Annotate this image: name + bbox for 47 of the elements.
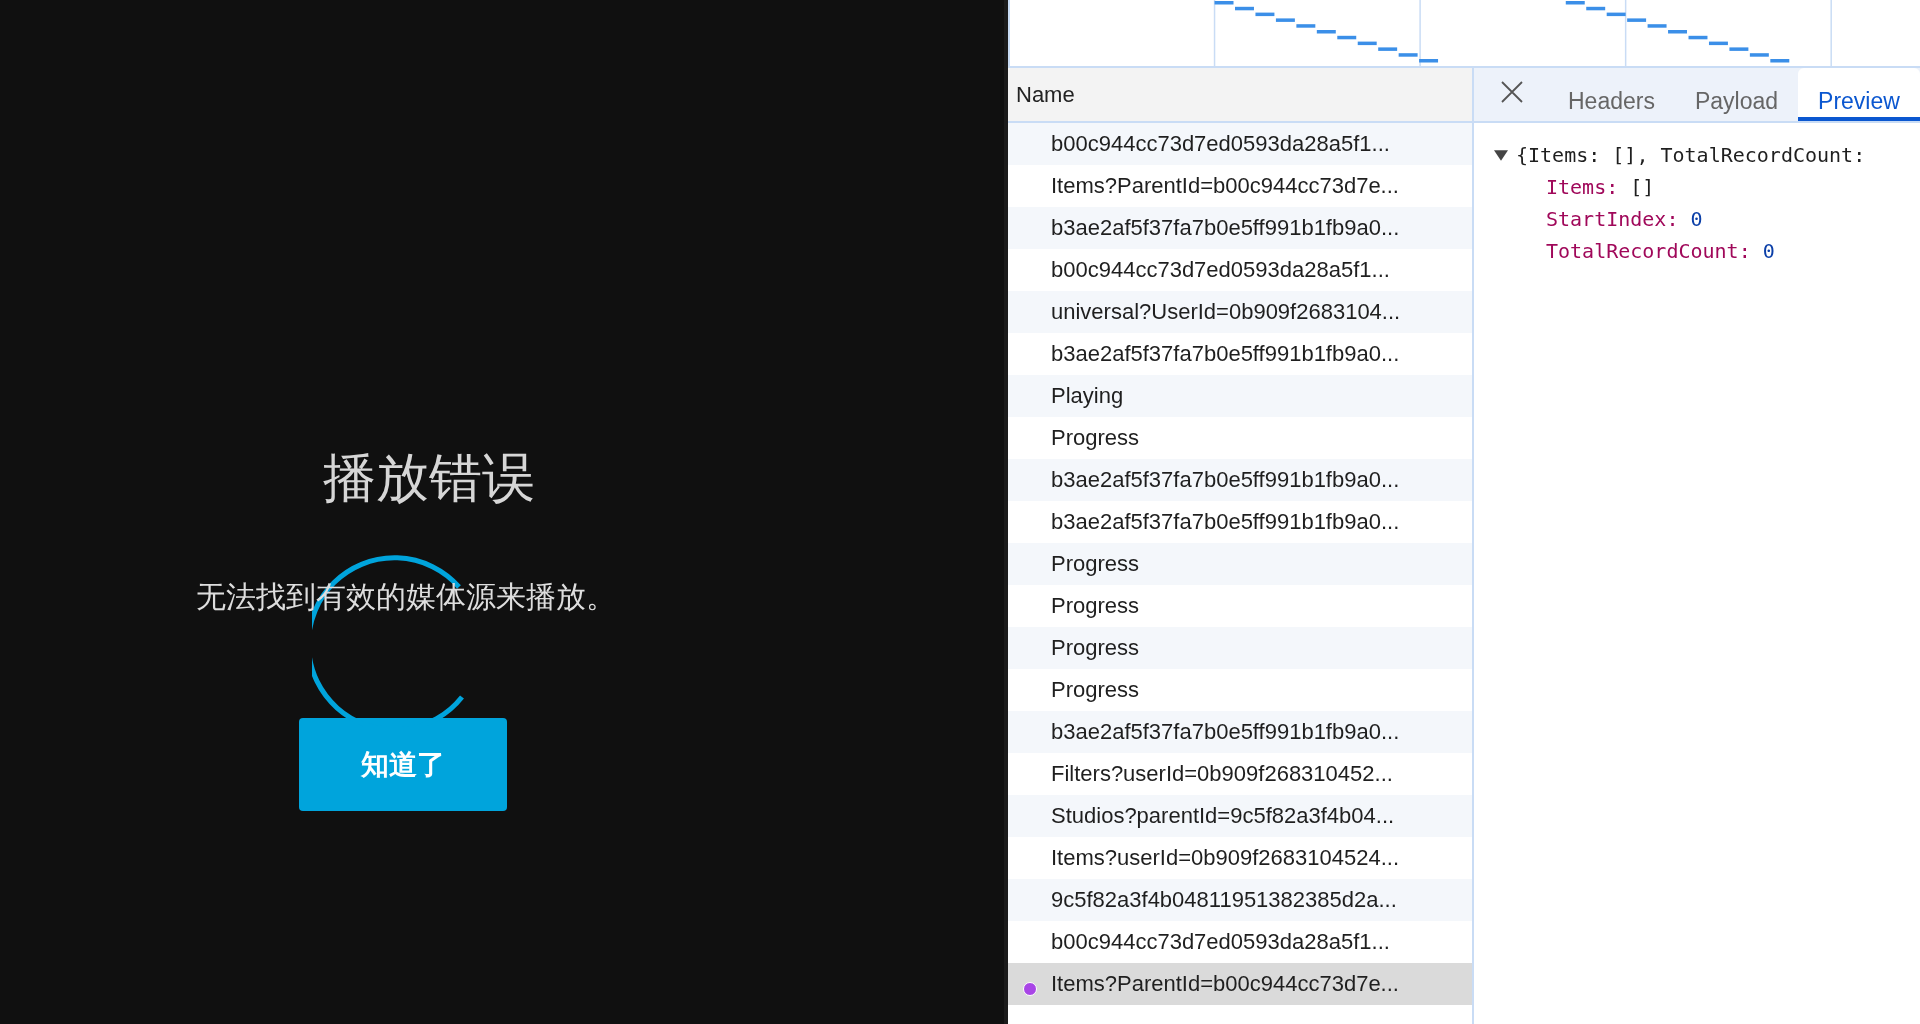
request-name: b00c944cc73d7ed0593da28a5f1... xyxy=(1051,257,1390,283)
json-key: TotalRecordCount: xyxy=(1546,239,1751,263)
request-name: b3ae2af5f37fa7b0e5ff991b1fb9a0... xyxy=(1051,215,1400,241)
request-row[interactable]: b3ae2af5f37fa7b0e5ff991b1fb9a0... xyxy=(1008,207,1472,249)
request-row[interactable]: Studios?parentId=9c5f82a3f4b04... xyxy=(1008,795,1472,837)
close-icon[interactable] xyxy=(1500,79,1524,104)
request-name: b3ae2af5f37fa7b0e5ff991b1fb9a0... xyxy=(1051,467,1400,493)
request-name: b3ae2af5f37fa7b0e5ff991b1fb9a0... xyxy=(1051,719,1400,745)
column-header[interactable]: Name xyxy=(1008,68,1472,123)
status-dot xyxy=(1022,982,1037,996)
request-name: b00c944cc73d7ed0593da28a5f1... xyxy=(1051,929,1390,955)
tab[interactable]: Preview xyxy=(1798,68,1920,121)
tab[interactable]: Payload xyxy=(1674,68,1799,121)
request-name: Progress xyxy=(1051,551,1140,577)
request-name: Items?ParentId=b00c944cc73d7e... xyxy=(1051,173,1399,199)
request-name: Studios?parentId=9c5f82a3f4b04... xyxy=(1051,803,1395,829)
request-row[interactable]: Progress xyxy=(1008,543,1472,585)
request-name: 9c5f82a3f4b04811951382385d2a... xyxy=(1051,887,1397,913)
request-row[interactable]: universal?UserId=0b909f2683104... xyxy=(1008,291,1472,333)
request-name: Items?userId=0b909f2683104524... xyxy=(1051,845,1399,871)
request-row[interactable]: Playing xyxy=(1008,375,1472,417)
request-name: Progress xyxy=(1051,593,1140,619)
tab[interactable]: Headers xyxy=(1548,68,1675,121)
expand-triangle-icon[interactable] xyxy=(1494,148,1508,162)
request-row[interactable]: Items?ParentId=b00c944cc73d7e... xyxy=(1008,963,1472,1005)
request-name: Playing xyxy=(1051,383,1124,409)
dialog-title: 播放错误 xyxy=(323,446,535,510)
request-row[interactable]: Progress xyxy=(1008,627,1472,669)
request-name: b00c944cc73d7ed0593da28a5f1... xyxy=(1051,131,1390,157)
request-row[interactable]: b3ae2af5f37fa7b0e5ff991b1fb9a0... xyxy=(1008,459,1472,501)
request-name: Progress xyxy=(1051,635,1140,661)
request-name: Filters?userId=0b909f268310452... xyxy=(1051,761,1393,787)
request-name: universal?UserId=0b909f2683104... xyxy=(1051,299,1401,325)
request-row[interactable]: 9c5f82a3f4b04811951382385d2a... xyxy=(1008,879,1472,921)
request-name: Progress xyxy=(1051,677,1140,703)
json-value: 0 xyxy=(1762,239,1775,263)
json-key: Items: xyxy=(1546,175,1619,199)
request-name: Progress xyxy=(1051,425,1140,451)
request-row[interactable]: b3ae2af5f37fa7b0e5ff991b1fb9a0... xyxy=(1008,711,1472,753)
json-value: [] xyxy=(1630,175,1655,199)
json-value: 0 xyxy=(1690,207,1703,231)
request-name: Items?ParentId=b00c944cc73d7e... xyxy=(1051,971,1399,997)
request-name: b3ae2af5f37fa7b0e5ff991b1fb9a0... xyxy=(1051,341,1400,367)
json-summary: {Items: [], TotalRecordCount: xyxy=(1516,143,1866,167)
request-row[interactable]: b00c944cc73d7ed0593da28a5f1... xyxy=(1008,123,1472,165)
json-key: StartIndex: xyxy=(1546,207,1679,231)
request-name: b3ae2af5f37fa7b0e5ff991b1fb9a0... xyxy=(1051,509,1400,535)
